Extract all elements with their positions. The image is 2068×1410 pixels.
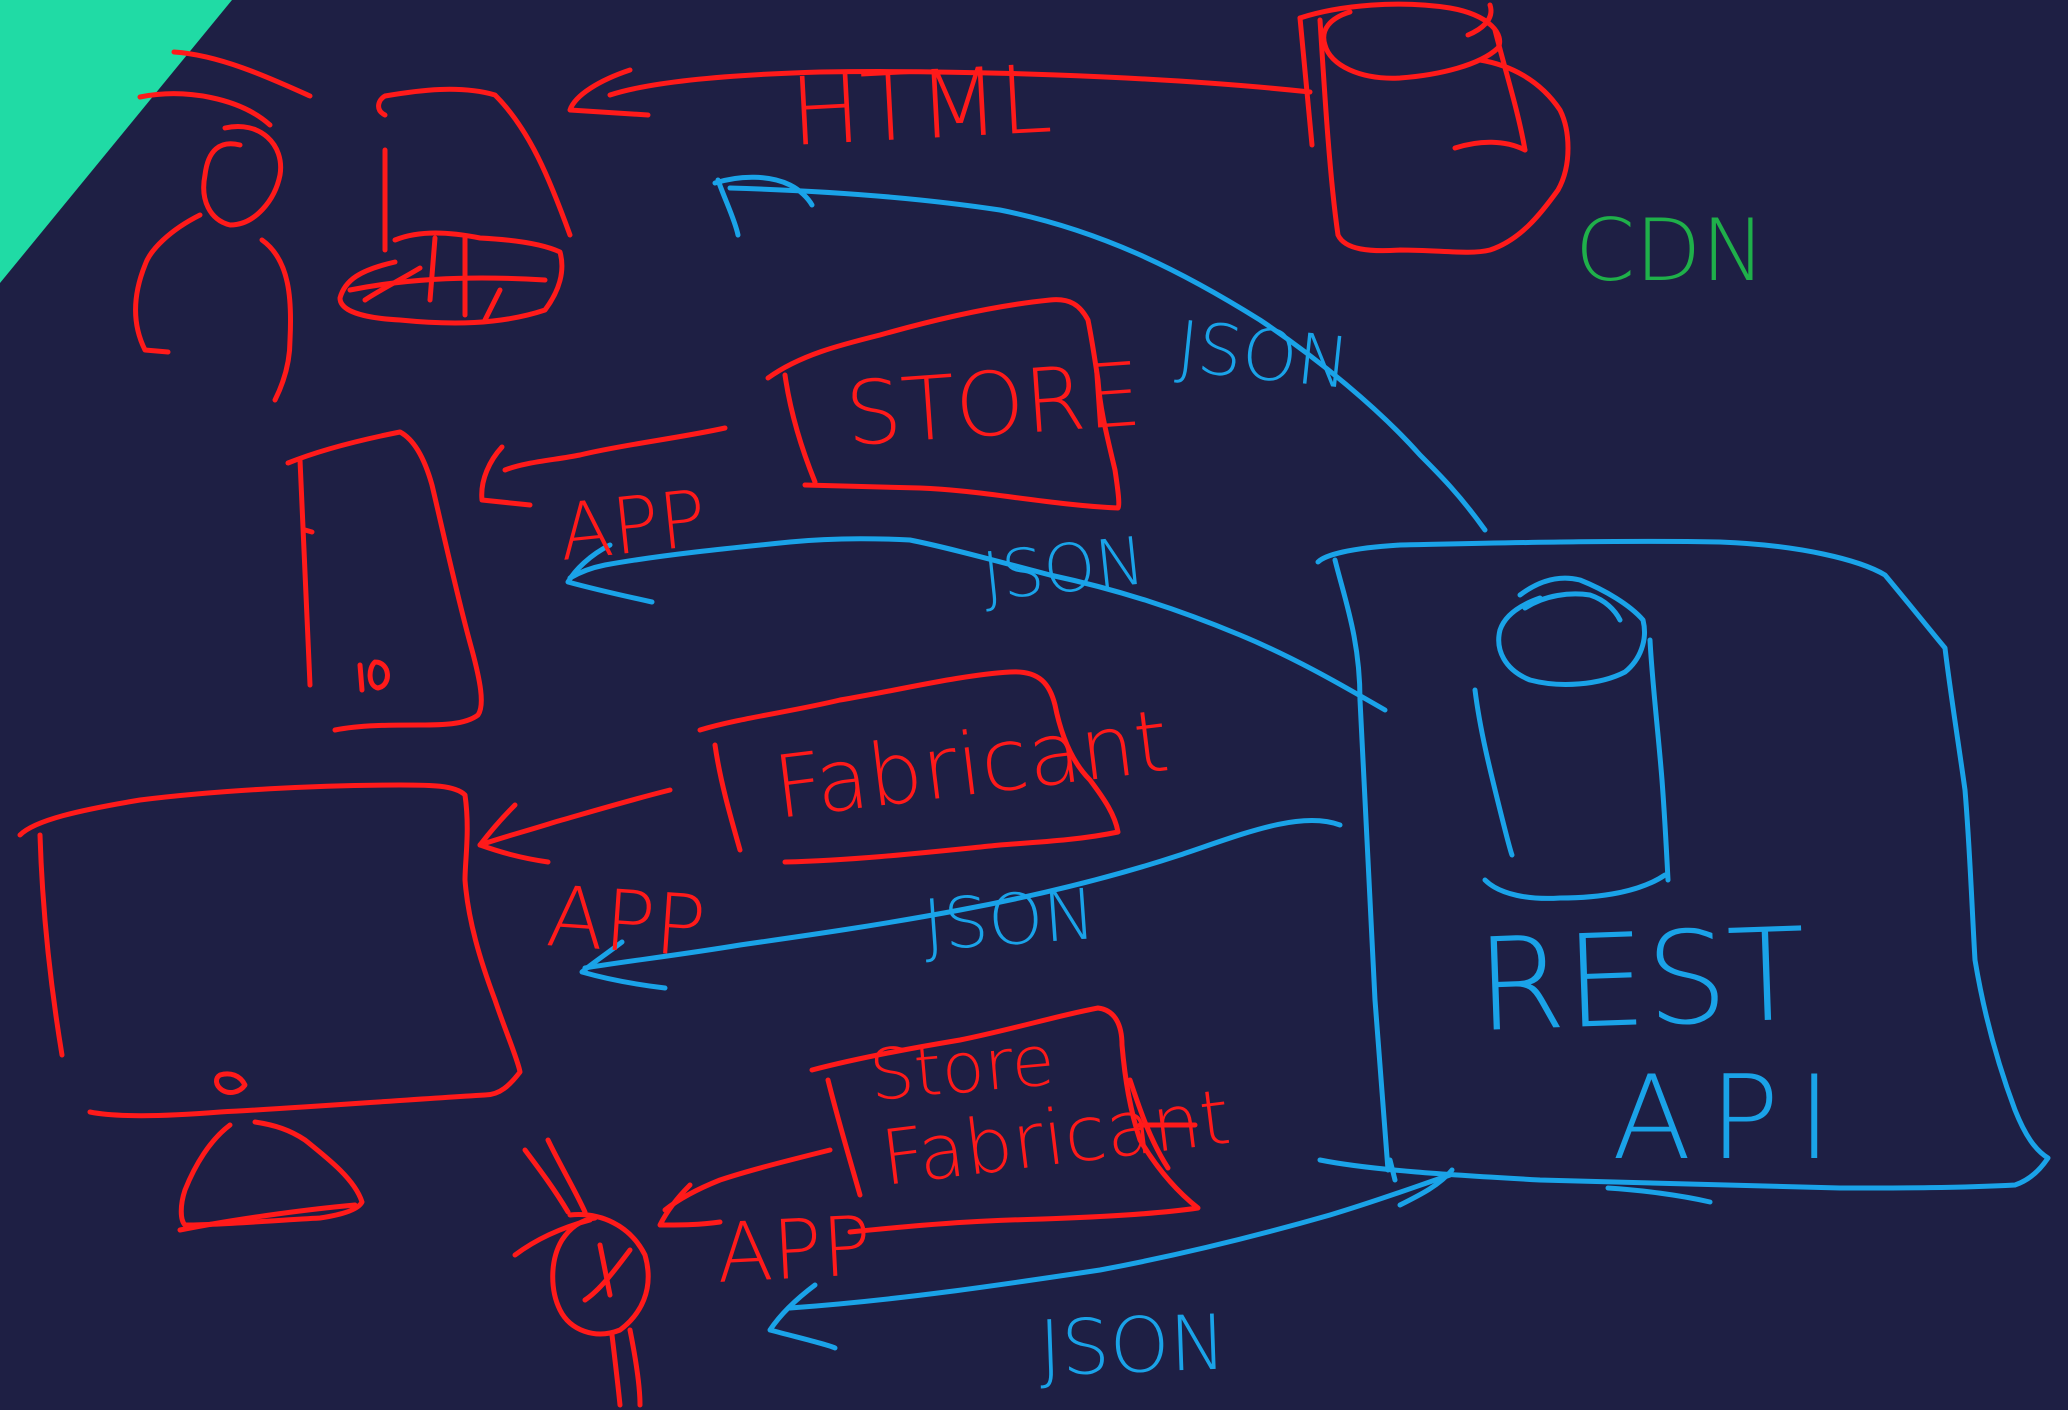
label-cdn: CDN — [1575, 201, 1766, 301]
monitor-icon — [17, 782, 523, 1233]
fabricant-arrow — [477, 787, 673, 865]
label-html: HTML — [787, 45, 1054, 168]
label-app-store-fabricant: APP — [714, 1199, 874, 1302]
user-laptop-icon — [133, 49, 573, 403]
architecture-sketch: HTML CDN JSON STORE APP JSON Fabricant A… — [0, 0, 2051, 1408]
label-json-fabricant: JSON — [920, 873, 1098, 967]
cdn-bucket-icon — [1297, 1, 1571, 255]
label-api: API — [1612, 1051, 1850, 1186]
database-icon — [1472, 575, 1671, 901]
phone-icon — [285, 429, 484, 733]
label-store: STORE — [842, 343, 1144, 466]
smartwatch-icon — [512, 1137, 651, 1408]
label-rest: REST — [1474, 901, 1808, 1061]
label-json-store: JSON — [979, 522, 1149, 616]
corner-accent — [0, 0, 232, 283]
label-json-bottom: JSON — [1038, 1298, 1228, 1393]
label-app-store: APP — [555, 474, 711, 579]
label-app-fabricant: APP — [544, 867, 709, 976]
whiteboard-canvas: HTML CDN JSON STORE APP JSON Fabricant A… — [0, 0, 2068, 1410]
label-json-top: JSON — [1173, 305, 1353, 405]
